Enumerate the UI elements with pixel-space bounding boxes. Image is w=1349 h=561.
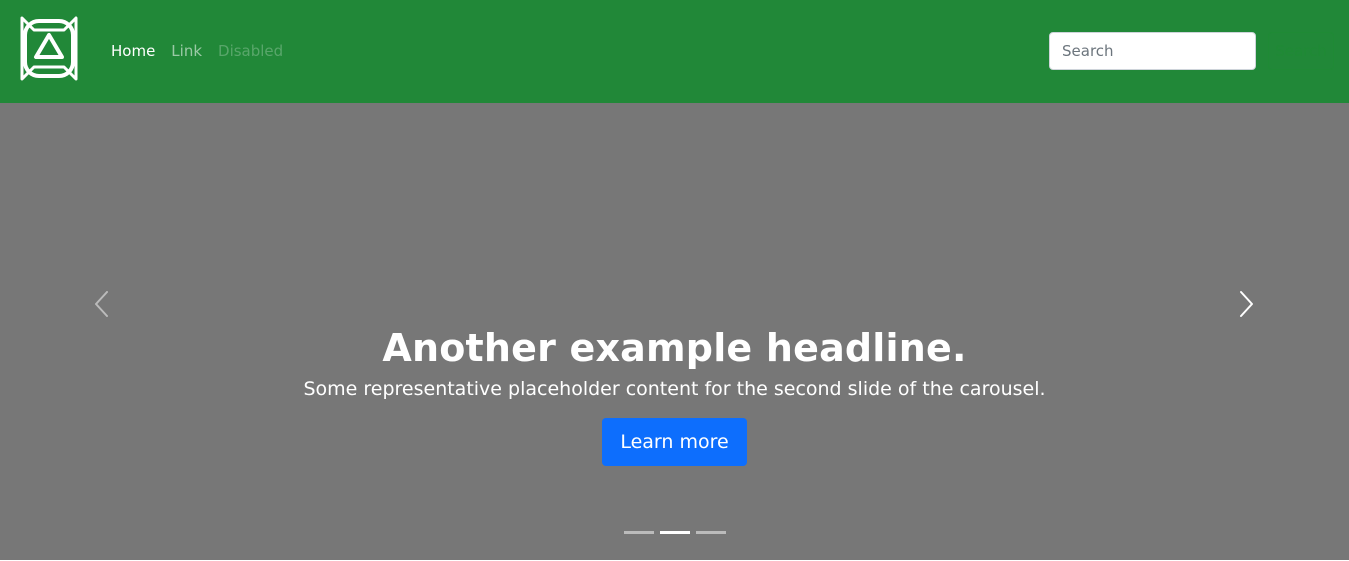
search-input[interactable]	[1049, 32, 1256, 70]
nav-link-home[interactable]: Home	[111, 42, 155, 60]
carousel-prev-button[interactable]	[86, 288, 116, 320]
chevron-right-icon	[1240, 291, 1253, 317]
learn-more-button[interactable]: Learn more	[602, 418, 747, 466]
carousel-next-button[interactable]	[1232, 288, 1262, 320]
navbar: Home Link Disabled Search	[0, 0, 1349, 103]
search-button[interactable]: Search	[1268, 32, 1334, 70]
carousel-headline: Another example headline.	[382, 326, 967, 370]
brand-logo[interactable]	[20, 16, 78, 81]
nav-links: Home Link Disabled	[111, 42, 283, 60]
nav-link-disabled: Disabled	[218, 42, 284, 60]
carousel-indicator-3[interactable]	[696, 531, 726, 534]
carousel-indicators	[624, 531, 726, 534]
carousel-indicator-1[interactable]	[624, 531, 654, 534]
carousel-indicator-2[interactable]	[660, 531, 690, 534]
carousel-text: Some representative placeholder content …	[303, 378, 1046, 400]
triangle-logo-icon	[20, 16, 78, 81]
carousel: Another example headline. Some represent…	[0, 103, 1349, 560]
nav-link-link[interactable]: Link	[171, 42, 202, 60]
carousel-caption: Another example headline. Some represent…	[0, 325, 1349, 466]
chevron-left-icon	[95, 291, 108, 317]
